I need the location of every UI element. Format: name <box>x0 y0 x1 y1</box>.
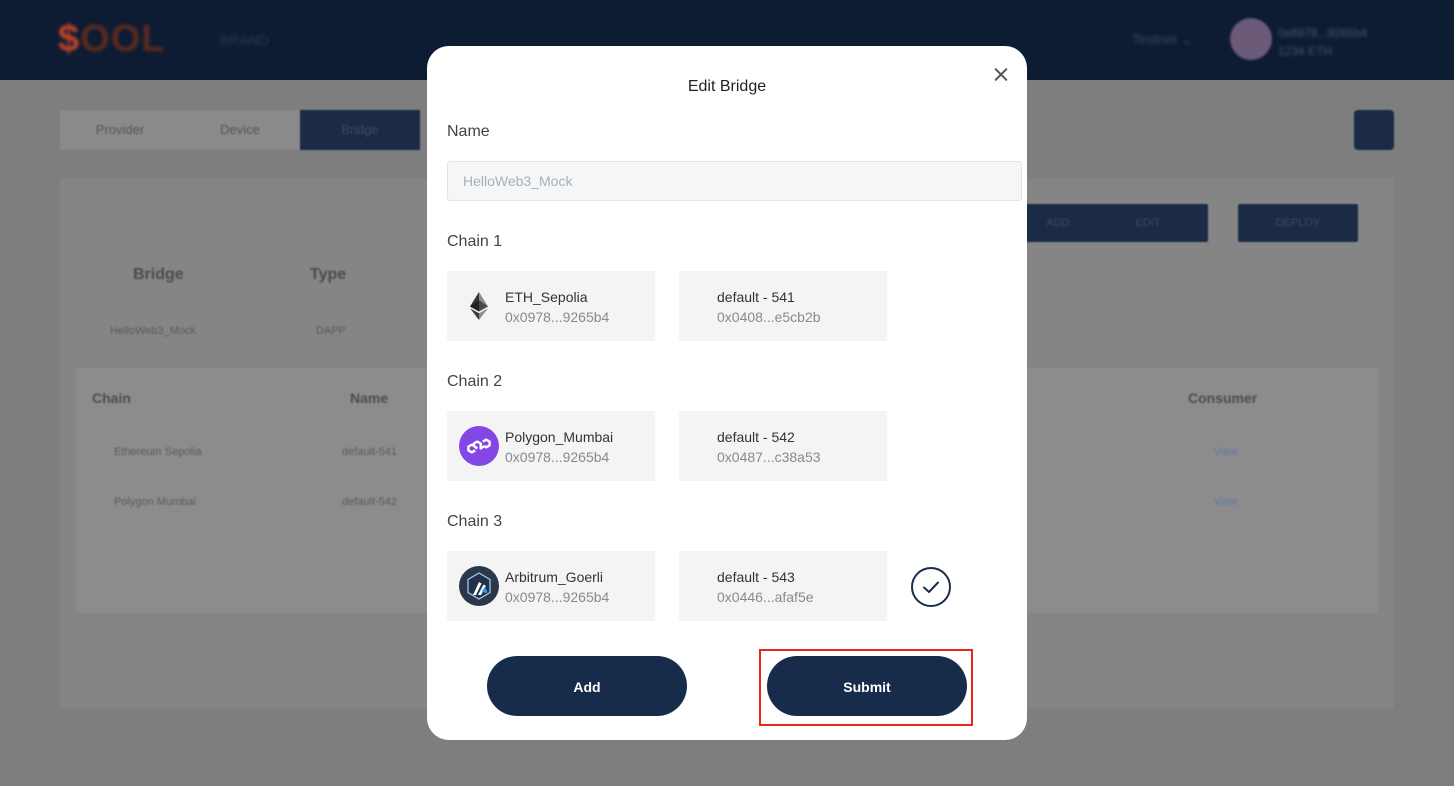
settings-button[interactable] <box>1354 110 1394 150</box>
sub-td-view-link[interactable]: View <box>1214 446 1238 458</box>
sub-th-chain: Chain <box>92 390 131 406</box>
chain-1-function-address: 0x0408...e5cb2b <box>717 309 821 325</box>
confirm-check-button[interactable] <box>911 567 951 607</box>
chain-1-network-address: 0x0978...9265b4 <box>505 309 610 325</box>
sub-th-name: Name <box>350 390 389 406</box>
submit-highlight-box <box>759 649 973 726</box>
th-bridge: Bridge <box>133 266 184 283</box>
polygon-icon <box>459 426 499 466</box>
chain-3-function-name: default - 543 <box>717 569 795 585</box>
tab-device[interactable]: Device <box>180 110 300 150</box>
chain-2-function-address: 0x0487...c38a53 <box>717 449 821 465</box>
chain-3-label: Chain 3 <box>447 513 503 530</box>
tab-provider[interactable]: Provider <box>60 110 180 150</box>
avatar[interactable] <box>1230 18 1272 60</box>
tab-bridge[interactable]: Bridge <box>300 110 420 150</box>
edit-bridge-modal: Edit Bridge Name Chain 1 ETH_Sepolia 0x0… <box>427 46 1027 740</box>
chain-1-label: Chain 1 <box>447 233 503 250</box>
chain-2-function-name: default - 542 <box>717 429 795 445</box>
chain-2-network-name: Polygon_Mumbai <box>505 429 614 445</box>
chain-3-function-selector[interactable]: default - 543 0x0446...afaf5e <box>679 551 887 621</box>
tab-bar: Provider Device Bridge <box>60 110 420 150</box>
name-input[interactable] <box>447 161 1022 201</box>
checkmark-icon <box>923 581 939 593</box>
sub-td-view-link[interactable]: View <box>1214 496 1238 508</box>
bg-edit-button[interactable]: EDIT <box>1088 204 1208 242</box>
chain-2-network-address: 0x0978...9265b4 <box>505 449 610 465</box>
th-type: Type <box>310 266 347 283</box>
sub-td-chain: Ethereum Sepolia <box>114 446 202 458</box>
modal-title: Edit Bridge <box>687 78 767 95</box>
chain-3-function-address: 0x0446...afaf5e <box>717 589 814 605</box>
user-info: 0x8978...9265b4 1234 ETH <box>1278 26 1368 58</box>
chain-1-function-selector[interactable]: default - 541 0x0408...e5cb2b <box>679 271 887 341</box>
sub-td-chain: Polygon Mumbai <box>114 496 196 508</box>
sub-td-name: default-541 <box>342 446 398 458</box>
chain-3-network-address: 0x0978...9265b4 <box>505 589 610 605</box>
chain-2-label: Chain 2 <box>447 373 503 390</box>
logo-subtitle: BRAND <box>220 32 270 48</box>
app-logo: $OOL <box>58 18 166 60</box>
chain-1-function-name: default - 541 <box>717 289 795 305</box>
chain-3-network-name: Arbitrum_Goerli <box>505 569 604 585</box>
chain-1-network-name: ETH_Sepolia <box>505 289 588 305</box>
sub-td-name: default-542 <box>342 496 398 508</box>
chain-2-function-selector[interactable]: default - 542 0x0487...c38a53 <box>679 411 887 481</box>
bg-deploy-button[interactable]: DEPLOY <box>1238 204 1358 242</box>
network-selector[interactable]: Testnet ⌄ <box>1132 31 1193 48</box>
chain-2-network-selector[interactable]: Polygon_Mumbai 0x0978...9265b4 <box>447 411 655 481</box>
ethereum-icon <box>459 286 499 326</box>
sub-th-consumer: Consumer <box>1188 390 1258 406</box>
chain-3-network-selector[interactable]: Arbitrum_Goerli 0x0978...9265b4 <box>447 551 655 621</box>
name-label: Name <box>447 123 490 140</box>
add-button[interactable]: Add <box>487 656 687 716</box>
td-bridge: HelloWeb3_Mock <box>110 325 197 337</box>
chain-1-network-selector[interactable]: ETH_Sepolia 0x0978...9265b4 <box>447 271 655 341</box>
close-icon[interactable] <box>990 64 1012 86</box>
arbitrum-icon <box>459 566 499 606</box>
td-type: DAPP <box>316 325 346 337</box>
